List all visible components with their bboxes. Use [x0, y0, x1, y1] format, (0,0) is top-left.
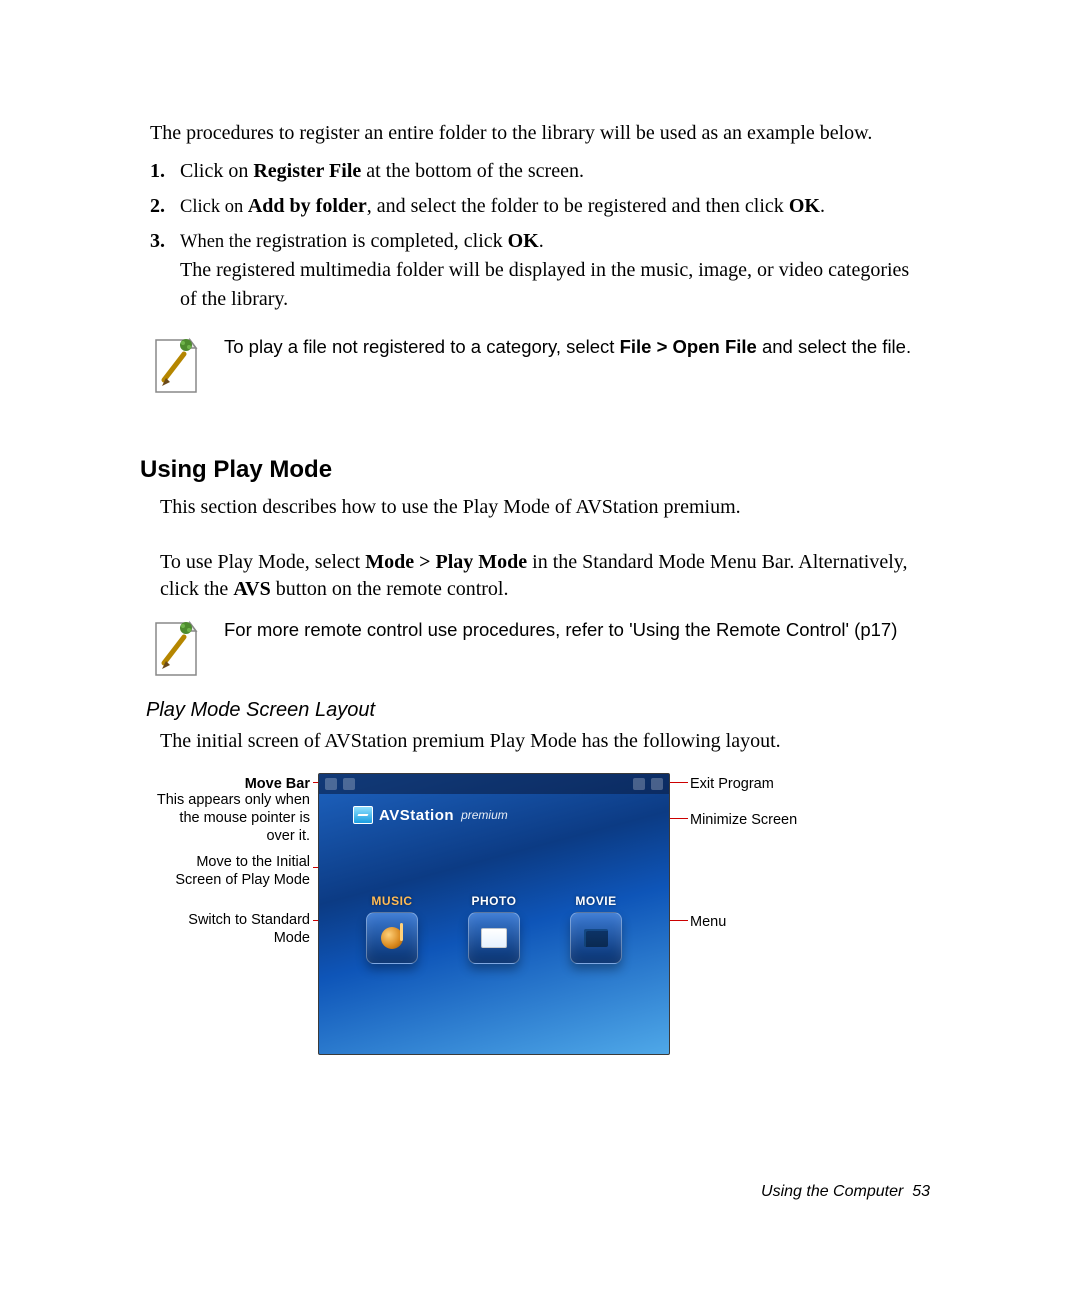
- section-p1: This section describes how to use the Pl…: [160, 494, 930, 521]
- step-text: When the registration is completed, clic…: [180, 230, 909, 310]
- music-icon: [366, 912, 418, 964]
- photo-icon: [468, 912, 520, 964]
- movebar-exit-icon[interactable]: [651, 778, 663, 790]
- note-block-2: For more remote control use procedures, …: [150, 615, 930, 679]
- tile-label: PHOTO: [457, 894, 531, 908]
- movebar-standard-icon[interactable]: [343, 778, 355, 790]
- app-screenshot: AVStation premium MUSIC PHOTO MOVIE: [318, 773, 670, 1055]
- intro-paragraph: The procedures to register an entire fol…: [150, 120, 930, 147]
- tile-photo[interactable]: PHOTO: [457, 894, 531, 964]
- subsection-heading: Play Mode Screen Layout: [146, 699, 930, 722]
- tile-music[interactable]: MUSIC: [355, 894, 429, 964]
- step-3: 3. When the registration is completed, c…: [150, 227, 930, 314]
- section-p2: To use Play Mode, select Mode > Play Mod…: [160, 549, 930, 603]
- logo-text: AVStation: [379, 807, 454, 824]
- menu-tiles: MUSIC PHOTO MOVIE: [319, 894, 669, 964]
- step-2: 2. Click on Add by folder, and select th…: [150, 192, 930, 221]
- note-text: To play a file not registered to a categ…: [224, 334, 911, 360]
- step-number: 2.: [150, 192, 165, 221]
- note-text: For more remote control use procedures, …: [224, 617, 897, 643]
- movebar-initial-icon[interactable]: [325, 778, 337, 790]
- tile-movie[interactable]: MOVIE: [559, 894, 633, 964]
- note-block-1: To play a file not registered to a categ…: [150, 332, 930, 396]
- step-text: Click on Add by folder, and select the f…: [180, 195, 825, 217]
- label-initial-screen: Move to the Initial Screen of Play Mode: [160, 853, 310, 889]
- step-1: 1. Click on Register File at the bottom …: [150, 157, 930, 186]
- logo-icon: [353, 806, 373, 824]
- label-menu: Menu: [690, 913, 726, 931]
- section-heading: Using Play Mode: [140, 456, 930, 484]
- logo-suffix: premium: [461, 808, 508, 822]
- tile-label: MUSIC: [355, 894, 429, 908]
- tile-label: MOVIE: [559, 894, 633, 908]
- screen-layout-diagram: Move Bar This appears only when the mous…: [70, 773, 850, 1063]
- label-move-bar-desc: This appears only when the mouse pointer…: [150, 791, 310, 845]
- movie-icon: [570, 912, 622, 964]
- note-icon: [150, 619, 202, 679]
- step-number: 3.: [150, 227, 165, 256]
- step-number: 1.: [150, 157, 165, 186]
- app-logo[interactable]: AVStation premium: [353, 806, 669, 824]
- move-bar[interactable]: [319, 774, 669, 794]
- page-footer: Using the Computer 53: [150, 1183, 930, 1201]
- label-standard-mode: Switch to Standard Mode: [160, 911, 310, 947]
- subsection-p: The initial screen of AVStation premium …: [160, 728, 930, 755]
- note-icon: [150, 336, 202, 396]
- steps-list: 1. Click on Register File at the bottom …: [150, 157, 930, 314]
- movebar-minimize-icon[interactable]: [633, 778, 645, 790]
- step-text: Click on Register File at the bottom of …: [180, 160, 584, 182]
- label-exit-program: Exit Program: [690, 775, 774, 793]
- label-minimize-screen: Minimize Screen: [690, 811, 797, 829]
